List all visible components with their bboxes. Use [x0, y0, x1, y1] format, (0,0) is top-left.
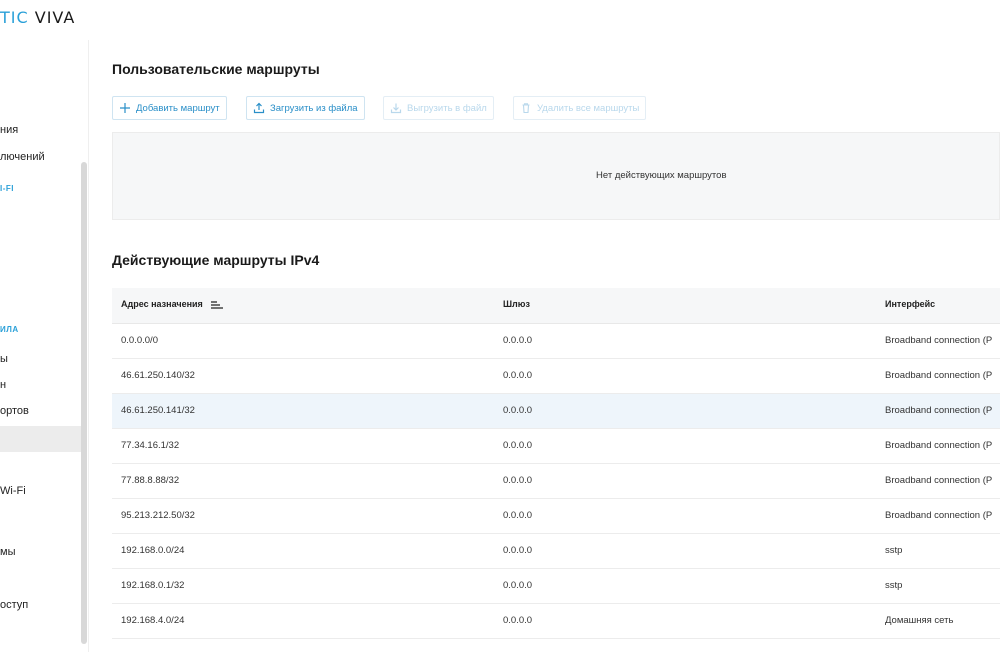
- sidebar-item[interactable]: ортов: [0, 405, 29, 417]
- sidebar-item[interactable]: ния: [0, 124, 18, 136]
- table-row[interactable]: 192.168.0.0/24 0.0.0.0 sstp: [112, 534, 1000, 569]
- delete-all-routes-label: Удалить все маршруты: [537, 102, 640, 114]
- logo-part-1: TIC: [0, 8, 29, 27]
- custom-routes-empty-panel: [112, 132, 1000, 220]
- main-content: Пользовательские маршруты Добавить маршр…: [88, 40, 1000, 652]
- top-bar: TIC VIVA: [0, 0, 1000, 40]
- cell-interface: Broadband connection (P: [885, 335, 993, 346]
- cell-destination: 95.213.212.50/32: [121, 510, 195, 521]
- upload-file-label: Загрузить из файла: [270, 102, 358, 114]
- cell-gateway: 0.0.0.0: [503, 335, 533, 346]
- column-header-interface[interactable]: Интерфейс: [885, 299, 935, 309]
- column-header-gateway[interactable]: Шлюз: [503, 299, 530, 309]
- cell-destination: 77.88.8.88/32: [121, 475, 180, 486]
- trash-icon: [522, 103, 530, 114]
- table-header: Адрес назначения Шлюз Интерфейс: [112, 288, 1000, 324]
- sort-icon[interactable]: [211, 301, 224, 309]
- cell-gateway: 0.0.0.0: [503, 545, 533, 556]
- table-row[interactable]: 46.61.250.141/32 0.0.0.0 Broadband connect…: [112, 394, 1000, 429]
- logo[interactable]: TIC VIVA: [0, 8, 75, 27]
- add-route-button[interactable]: Добавить маршрут: [112, 96, 227, 120]
- cell-interface: Broadband connection (P: [885, 510, 993, 521]
- sidebar-section-wifi: I-FI: [0, 184, 14, 193]
- table-row[interactable]: 77.88.8.88/32 0.0.0.0 Broadband connection…: [112, 464, 1000, 499]
- sidebar-section: ИЛА: [0, 325, 19, 334]
- cell-gateway: 0.0.0.0: [503, 510, 533, 521]
- cell-destination: 46.61.250.140/32: [121, 370, 195, 381]
- cell-destination: 192.168.0.0/24: [121, 545, 185, 556]
- custom-routes-title: Пользовательские маршруты: [112, 61, 320, 77]
- column-header-destination[interactable]: Адрес назначения: [121, 299, 224, 309]
- delete-all-routes-button[interactable]: Удалить все маршруты: [513, 96, 647, 120]
- cell-interface: Домашняя сеть: [885, 615, 954, 626]
- table-row[interactable]: 46.61.250.140/32 0.0.0.0 Broadband connect…: [112, 359, 1000, 394]
- cell-gateway: 0.0.0.0: [503, 615, 533, 626]
- cell-destination: 192.168.0.1/32: [121, 580, 185, 591]
- cell-interface: Broadband connection (P: [885, 475, 993, 486]
- upload-file-button[interactable]: Загрузить из файла: [246, 96, 365, 120]
- cell-gateway: 0.0.0.0: [503, 405, 533, 416]
- cell-interface: Broadband connection (P: [885, 405, 993, 416]
- download-icon: [390, 103, 402, 114]
- export-file-label: Выгрузить в файл: [407, 102, 487, 114]
- table-row[interactable]: 77.34.16.1/32 0.0.0.0 Broadband connection…: [112, 429, 1000, 464]
- empty-routes-message: Нет действующих маршрутов: [596, 170, 727, 181]
- cell-interface: sstp: [885, 545, 903, 556]
- upload-icon: [253, 102, 265, 114]
- table-row[interactable]: 95.213.212.50/32 0.0.0.0 Broadband connect…: [112, 499, 1000, 534]
- column-header-destination-label: Адрес назначения: [121, 299, 203, 309]
- sidebar-item[interactable]: ы: [0, 353, 8, 365]
- cell-destination: 0.0.0.0/0: [121, 335, 158, 346]
- cell-interface: Broadband connection (P: [885, 370, 993, 381]
- sidebar: ния лючений I-FI ИЛА ы н ортов Wi-Fi мы …: [0, 40, 89, 652]
- cell-interface: Broadband connection (P: [885, 440, 993, 451]
- logo-part-2: VIVA: [28, 8, 76, 27]
- table-row[interactable]: 192.168.4.0/24 0.0.0.0 Домашняя сеть: [112, 604, 1000, 639]
- sidebar-item-wifi[interactable]: Wi-Fi: [0, 485, 26, 497]
- active-routes-table: Адрес назначения Шлюз Интерфейс 0.0.0.0/…: [112, 288, 1000, 639]
- sidebar-active-item[interactable]: [0, 426, 82, 452]
- cell-destination: 77.34.16.1/32: [121, 440, 180, 451]
- add-route-label: Добавить маршрут: [136, 102, 220, 114]
- sidebar-item[interactable]: н: [0, 379, 6, 391]
- cell-gateway: 0.0.0.0: [503, 580, 533, 591]
- sidebar-item[interactable]: мы: [0, 546, 15, 558]
- table-row[interactable]: 192.168.0.1/32 0.0.0.0 sstp: [112, 569, 1000, 604]
- cell-destination: 46.61.250.141/32: [121, 405, 195, 416]
- cell-interface: sstp: [885, 580, 903, 591]
- cell-gateway: 0.0.0.0: [503, 475, 533, 486]
- cell-gateway: 0.0.0.0: [503, 440, 533, 451]
- sidebar-scrollbar[interactable]: [81, 162, 87, 644]
- table-row[interactable]: 0.0.0.0/0 0.0.0.0 Broadband connection (P: [112, 324, 1000, 359]
- active-routes-title: Действующие маршруты IPv4: [112, 252, 320, 268]
- sidebar-item[interactable]: оступ: [0, 599, 28, 611]
- cell-gateway: 0.0.0.0: [503, 370, 533, 381]
- sidebar-item[interactable]: лючений: [0, 151, 45, 163]
- cell-destination: 192.168.4.0/24: [121, 615, 185, 626]
- export-file-button[interactable]: Выгрузить в файл: [383, 96, 494, 120]
- plus-icon: [120, 103, 130, 113]
